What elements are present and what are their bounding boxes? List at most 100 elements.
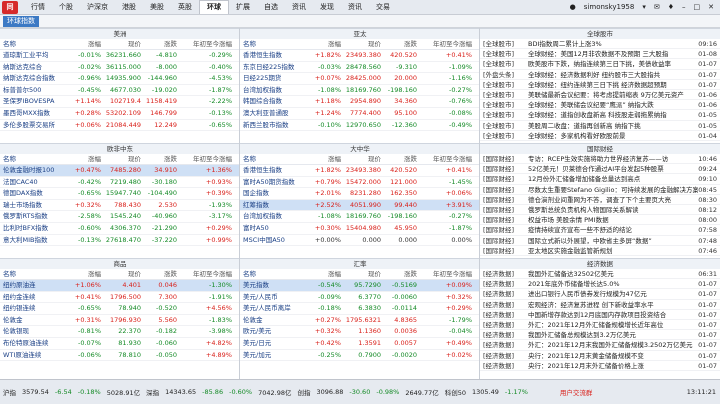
news-headline[interactable]: 全球财经：纽约连续第三日下挑 经济数据超预期 xyxy=(526,80,698,89)
table-row[interactable]: 圣保罗IBOVESPA +1.14% 102719.4 1158.419 -2.22% xyxy=(0,96,240,108)
news-item[interactable]: [经济数据] 进出口银行人民币债券发行规模为47亿元 01-07 xyxy=(480,289,720,300)
table-row[interactable]: 新西兰股市指数 -0.10% 12970.650 -12.360 -0.49% xyxy=(240,120,480,132)
header-pct[interactable]: 涨幅 xyxy=(308,269,341,279)
maximize-icon[interactable]: □ xyxy=(690,0,705,15)
table-row[interactable]: 伦敦金融时报100 +0.47% 7485.280 34.910 +1.36% xyxy=(0,165,240,177)
header-ytd[interactable]: 年初至今涨幅 xyxy=(177,154,235,164)
news-item[interactable]: [国际财经] 52亿美元！贝莱德合作通过AI平台发起5种股票 09:24 xyxy=(480,164,720,175)
news-headline[interactable]: 中国新增存款达到12月底国内存款项目投资结合 xyxy=(526,310,698,319)
table-row[interactable]: WTI原油连续 -0.06% 78.810 -0.050 +4.89% xyxy=(0,350,240,362)
header-ytd[interactable]: 年初至今涨幅 xyxy=(417,39,475,49)
user-avatar-icon[interactable]: ● xyxy=(566,0,580,15)
news-headline[interactable]: 全球财经：经济数据利好 纽约股市三大股指共 xyxy=(526,70,698,79)
news-headline[interactable]: 国际立式新以外展望，中欧省主多屏“数据” xyxy=(526,236,698,245)
menu-item[interactable]: 个股 xyxy=(52,0,80,15)
table-row[interactable]: 纽约银连续 -0.65% 78.940 -0.520 +4.56% xyxy=(0,303,240,315)
menu-item[interactable]: 行情 xyxy=(24,0,52,15)
table-row[interactable]: 道琼斯工业平均 -0.01% 36231.660 -4.810 -0.29% xyxy=(0,50,240,62)
header-pct[interactable]: 涨幅 xyxy=(68,269,101,279)
table-row[interactable]: 国企指数 +2.01% 8231.280 162.350 +0.06% xyxy=(240,188,480,200)
news-headline[interactable]: 我国外汇储备达32502亿美元 xyxy=(526,269,698,278)
table-row[interactable]: 台湾加权指数 -1.08% 18169.760 -198.160 -0.27% xyxy=(240,85,480,97)
menu-item[interactable]: 资讯 xyxy=(285,0,313,15)
news-headline[interactable]: 外汇：2021年12月末我国外汇储备规模3.2502万亿美元 xyxy=(526,340,698,349)
table-row[interactable]: 伦敦金 +0.27% 1795.6321 4.8365 -1.79% xyxy=(240,315,480,327)
table-row[interactable]: 美元/日元 +0.42% 1.3591 0.0057 +0.49% xyxy=(240,338,480,350)
news-item[interactable]: [国际财经] 尽数太生重要Stefano Gigilio：可持续发展的金融解决方案… xyxy=(480,185,720,195)
menu-item[interactable]: 美股 xyxy=(143,0,171,15)
menu-item[interactable]: 港股 xyxy=(115,0,143,15)
status-index-label[interactable]: 深指 xyxy=(143,387,162,397)
news-headline[interactable]: 52亿美元！贝莱德合作通过AI平台发起5种股票 xyxy=(526,164,698,173)
table-row[interactable]: 香港恒生指数 +1.82% 23493.380 420.520 +0.41% xyxy=(240,165,480,177)
news-item[interactable]: [国际财经] 疫情持续宣齐宣布一些不舒适的结论 07:58 xyxy=(480,225,720,236)
news-headline[interactable]: 我国外汇储备总规模达到3.2万亿美元 xyxy=(526,330,698,339)
header-pct[interactable]: 涨幅 xyxy=(308,154,341,164)
header-change[interactable]: 涨跌 xyxy=(141,154,177,164)
header-change[interactable]: 涨跌 xyxy=(381,39,417,49)
news-headline[interactable]: 央行：2021年12月末外汇储备价格上涨 xyxy=(526,361,698,370)
table-row[interactable]: 伦敦银现 -0.81% 22.370 -0.182 -3.98% xyxy=(0,326,240,338)
news-headline[interactable]: 全球财经：美联储会议纪要“鹰派” 纳指大跌 xyxy=(526,100,698,109)
table-row[interactable]: 纽约原油连 +1.06% 4.401 0.046 -1.30% xyxy=(0,280,240,292)
header-pct[interactable]: 涨幅 xyxy=(68,39,101,49)
table-row[interactable]: 纽约金连续 +0.41% 1796.500 7.300 -1.91% xyxy=(0,292,240,304)
news-headline[interactable]: 欧美股市下跌，纳指连续第三日下挑，美债收益率 xyxy=(526,59,698,68)
news-headline[interactable]: 专访：RCEP生效实施将助力世界经济复苏——访 xyxy=(526,154,698,163)
news-item[interactable]: [经济数据] 外汇：2021年12月外汇储备规模增长近年高位 01-07 xyxy=(480,320,720,331)
news-item[interactable]: [国际财经] 国际立式新以外展望，中欧省主多屏“数据” 07:48 xyxy=(480,236,720,246)
table-row[interactable]: 布伦特原油连续 -0.07% 81.930 -0.060 +4.82% xyxy=(0,338,240,350)
table-row[interactable]: 韩国综合指数 +1.18% 2954.890 34.360 -0.76% xyxy=(240,96,480,108)
news-headline[interactable]: 美股周二收盘：道指再创新高 纳指下挑 xyxy=(526,121,698,130)
header-ytd[interactable]: 年初至今涨幅 xyxy=(177,39,235,49)
table-row[interactable]: MSCI中国A50 +0.00% 0.000 0.000 0.00% xyxy=(240,235,480,247)
header-change[interactable]: 涨跌 xyxy=(141,39,177,49)
table-row[interactable]: 俄罗斯RTS指数 -2.58% 1545.240 -40.960 -3.17% xyxy=(0,211,240,223)
news-item[interactable]: [国际财经] 俄罗斯总统负责机构人物国际关系解读 08:12 xyxy=(480,205,720,216)
news-headline[interactable]: 俄罗斯总统负责机构人物国际关系解读 xyxy=(526,205,698,214)
header-price[interactable]: 现价 xyxy=(101,269,141,279)
news-item[interactable]: [经济数据] 中国新增存款达到12月底国内存款项目投资结合 01-07 xyxy=(480,310,720,320)
news-item[interactable]: [全球股市] 全球财经：纽约连续第三日下挑 经济数据超预期 01-07 xyxy=(480,80,720,90)
table-row[interactable]: 多伦多股票交易所 +0.06% 21084.449 12.249 -0.65% xyxy=(0,120,240,132)
header-price[interactable]: 现价 xyxy=(101,154,141,164)
header-name[interactable]: 名称 xyxy=(0,39,68,49)
header-price[interactable]: 现价 xyxy=(101,39,141,49)
table-row[interactable]: 澳大利亚普通股 +1.24% 7774.400 95.100 -0.08% xyxy=(240,108,480,120)
news-item[interactable]: [全球股市] 欧美股市下跌，纳指连续第三日下挑，美债收益率 01-07 xyxy=(480,59,720,70)
tab-global-index[interactable]: 环球指数 xyxy=(3,16,39,27)
table-row[interactable]: 纳斯达克综合 -0.02% 36115.000 -8.000 -0.40% xyxy=(0,62,240,74)
table-row[interactable]: 日经225期货 +0.07% 28425.000 20.000 -1.16% xyxy=(240,73,480,85)
news-item[interactable]: [全球股市] BDI指数周二累计上涨3% 09:16 xyxy=(480,39,720,50)
header-price[interactable]: 现价 xyxy=(341,269,381,279)
news-item[interactable]: [全球股市] 全球财经：道指创收盘新高 科技股走弱拖累纳指 01-05 xyxy=(480,110,720,121)
close-icon[interactable]: ✕ xyxy=(704,0,718,15)
news-headline[interactable]: 全球财经：美国12月非农数据不及预期 三大股指 xyxy=(526,49,698,58)
news-headline[interactable]: 亚太地区实施金融监管新规划 xyxy=(526,246,698,255)
news-headline[interactable]: 德仓演剂业间重网为不答，调查了下个主要页大亮 xyxy=(526,195,698,204)
bell-icon[interactable]: ♦ xyxy=(664,0,678,15)
news-headline[interactable]: 全球财经：道指创收盘新高 科技股走弱拖累纳指 xyxy=(526,110,698,119)
header-pct[interactable]: 涨幅 xyxy=(308,39,341,49)
news-item[interactable]: [经济数据] 宏观经济：经济复苏进程 创下新收益率水平 01-07 xyxy=(480,300,720,310)
header-change[interactable]: 涨跌 xyxy=(141,269,177,279)
news-item[interactable]: [国际财经] 权益市场 美股余情 PMI数据 08:00 xyxy=(480,215,720,226)
table-row[interactable]: 富时A50期货指数 +0.79% 15472.000 121.000 -1.45% xyxy=(240,177,480,189)
table-row[interactable]: 美元/人民币 -0.09% 6.3770 -0.0060 +0.32% xyxy=(240,292,480,304)
news-item[interactable]: [经济数据] 央行：2021年12月末黄金储备规模不变 01-07 xyxy=(480,351,720,361)
header-name[interactable]: 名称 xyxy=(0,154,68,164)
mail-icon[interactable]: ✉ xyxy=(650,0,664,15)
news-headline[interactable]: 尽数太生重要Stefano Gigilio：可持续发展的金融解决方案 xyxy=(526,185,698,194)
header-name[interactable]: 名称 xyxy=(240,154,308,164)
menu-item[interactable]: 发现 xyxy=(313,0,341,15)
news-headline[interactable]: 全球财经：多家机构看好欧股前景 xyxy=(526,131,698,140)
news-item[interactable]: [全球股市] 全球财经：美联储会议纪要“鹰派” 纳指大跌 01-06 xyxy=(480,100,720,111)
news-item[interactable]: [经济数据] 我国外汇储备总规模达到3.2万亿美元 01-07 xyxy=(480,330,720,341)
news-headline[interactable]: BDI指数周二累计上涨3% xyxy=(526,39,698,48)
news-item[interactable]: [国际财经] 德仓演剂业间重网为不答，调查了下个主要页大亮 08:30 xyxy=(480,195,720,205)
menu-item[interactable]: 扩展 xyxy=(229,0,257,15)
news-item[interactable]: [国际财经] 亚太地区实施金融监管新规划 07:46 xyxy=(480,246,720,256)
table-row[interactable]: 法国CAC40 -0.42% 7219.480 -30.180 +0.93% xyxy=(0,177,240,189)
news-item[interactable]: [国际财经] 12月份外汇储备增加储备总量达到高点 09:10 xyxy=(480,174,720,185)
news-headline[interactable]: 美联储最新会议纪要：将考虑提前缩表 9万亿美元资产 xyxy=(526,90,698,99)
